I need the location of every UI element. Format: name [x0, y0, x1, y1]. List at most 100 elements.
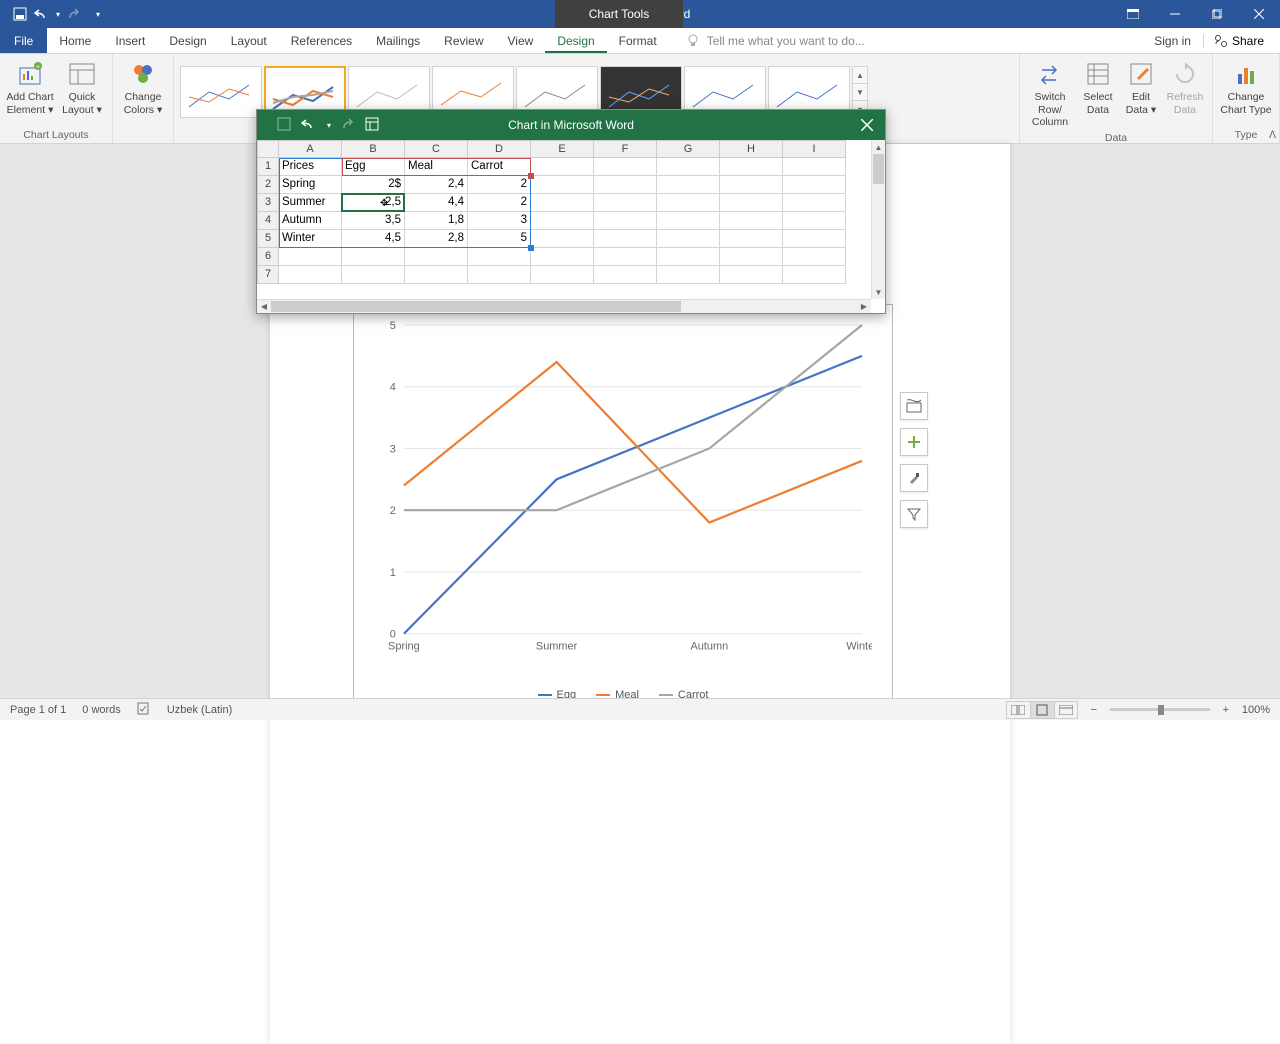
cell[interactable]	[657, 158, 720, 176]
datasheet-v-scrollbar[interactable]: ▲▼	[871, 140, 885, 299]
row-header[interactable]: 4	[257, 212, 279, 230]
cell[interactable]	[531, 158, 594, 176]
cell[interactable]	[405, 266, 468, 284]
cell[interactable]	[657, 266, 720, 284]
series-range-handle[interactable]	[528, 173, 534, 179]
tab-chart-format[interactable]: Format	[607, 28, 669, 53]
row-header[interactable]: 5	[257, 230, 279, 248]
cell[interactable]	[657, 194, 720, 212]
datasheet-undo-icon[interactable]	[301, 117, 317, 134]
cell[interactable]	[594, 212, 657, 230]
chart-object[interactable]: 012345SpringSummerAutumnWinter EggMealCa…	[353, 304, 893, 714]
cell[interactable]: 3,5	[342, 212, 405, 230]
cell[interactable]: 5	[468, 230, 531, 248]
col-header[interactable]: D	[468, 140, 531, 158]
row-header[interactable]: 7	[257, 266, 279, 284]
maximize-icon[interactable]	[1196, 0, 1238, 28]
cell[interactable]	[594, 266, 657, 284]
range-resize-handle[interactable]	[528, 245, 534, 251]
cell[interactable]	[783, 248, 846, 266]
cell[interactable]	[279, 248, 342, 266]
cell[interactable]: 2	[468, 176, 531, 194]
share-button[interactable]: Share	[1203, 34, 1274, 48]
zoom-in-icon[interactable]: +	[1218, 704, 1234, 716]
cell[interactable]: 2,4	[405, 176, 468, 194]
cell[interactable]	[657, 248, 720, 266]
tab-design-page[interactable]: Design	[157, 28, 218, 53]
datasheet-redo-icon[interactable]	[341, 117, 355, 134]
cell[interactable]	[657, 212, 720, 230]
read-mode-icon[interactable]	[1006, 701, 1030, 719]
cell[interactable]	[405, 248, 468, 266]
status-words[interactable]: 0 words	[82, 704, 121, 716]
cell[interactable]	[279, 266, 342, 284]
cell[interactable]	[720, 230, 783, 248]
tell-me-search[interactable]: Tell me what you want to do...	[669, 28, 1147, 53]
datasheet-grid[interactable]: ABCDEFGHI1PricesEggMealCarrot2Spring2$2,…	[257, 140, 885, 313]
tab-insert[interactable]: Insert	[103, 28, 157, 53]
undo-dropdown[interactable]: ▾	[56, 10, 60, 19]
tab-view[interactable]: View	[496, 28, 546, 53]
zoom-slider[interactable]	[1110, 708, 1210, 711]
status-page[interactable]: Page 1 of 1	[10, 704, 66, 716]
cell[interactable]	[468, 266, 531, 284]
cell[interactable]	[783, 212, 846, 230]
datasheet-close-icon[interactable]	[849, 110, 885, 140]
cell[interactable]: 4,4	[405, 194, 468, 212]
cell[interactable]: Autumn	[279, 212, 342, 230]
sign-in-link[interactable]: Sign in	[1146, 34, 1199, 48]
cell[interactable]	[783, 194, 846, 212]
zoom-out-icon[interactable]: −	[1086, 704, 1102, 716]
row-header[interactable]: 6	[257, 248, 279, 266]
tab-layout[interactable]: Layout	[219, 28, 279, 53]
cell[interactable]	[720, 176, 783, 194]
cell[interactable]: 2	[468, 194, 531, 212]
redo-icon[interactable]	[66, 6, 82, 22]
print-layout-icon[interactable]	[1030, 701, 1054, 719]
cell[interactable]	[657, 176, 720, 194]
col-header[interactable]: G	[657, 140, 720, 158]
cell[interactable]	[783, 266, 846, 284]
cell[interactable]: 1,8	[405, 212, 468, 230]
tab-references[interactable]: References	[279, 28, 364, 53]
cell[interactable]	[594, 248, 657, 266]
add-chart-element-button[interactable]: + Add Chart Element ▾	[6, 56, 54, 118]
select-all-cell[interactable]	[257, 140, 279, 158]
cell[interactable]: 2,5	[342, 194, 405, 212]
qat-more-dropdown[interactable]: ▾	[96, 10, 100, 19]
status-language[interactable]: Uzbek (Latin)	[167, 704, 232, 716]
cell[interactable]	[531, 230, 594, 248]
switch-row-column-button[interactable]: Switch Row/ Column	[1026, 56, 1074, 131]
zoom-level[interactable]: 100%	[1242, 704, 1270, 716]
cell[interactable]: Spring	[279, 176, 342, 194]
tab-chart-design[interactable]: Design	[545, 28, 606, 53]
layout-options-icon[interactable]	[900, 392, 928, 420]
cell[interactable]	[783, 230, 846, 248]
cell[interactable]	[720, 248, 783, 266]
minimize-icon[interactable]	[1154, 0, 1196, 28]
datasheet-h-scrollbar[interactable]: ◀▶	[257, 299, 871, 313]
row-header[interactable]: 1	[257, 158, 279, 176]
cell[interactable]	[468, 248, 531, 266]
col-header[interactable]: A	[279, 140, 342, 158]
cell[interactable]	[531, 194, 594, 212]
cell[interactable]	[531, 266, 594, 284]
cell[interactable]: Summer	[279, 194, 342, 212]
cell[interactable]	[720, 158, 783, 176]
chart-styles-brush-icon[interactable]	[900, 464, 928, 492]
cell[interactable]	[342, 266, 405, 284]
cell[interactable]	[594, 158, 657, 176]
select-data-button[interactable]: Select Data	[1078, 56, 1118, 118]
col-header[interactable]: F	[594, 140, 657, 158]
cell[interactable]	[720, 194, 783, 212]
cell[interactable]	[594, 194, 657, 212]
chart-style-1[interactable]	[180, 66, 262, 118]
edit-data-button[interactable]: Edit Data ▾	[1122, 56, 1160, 118]
tab-file[interactable]: File	[0, 28, 47, 53]
cell[interactable]	[531, 248, 594, 266]
spellcheck-icon[interactable]	[137, 701, 151, 718]
row-header[interactable]: 3	[257, 194, 279, 212]
datasheet-undo-dropdown[interactable]: ▾	[327, 121, 331, 130]
datasheet-save-icon[interactable]	[277, 117, 291, 134]
cell[interactable]: 4,5	[342, 230, 405, 248]
